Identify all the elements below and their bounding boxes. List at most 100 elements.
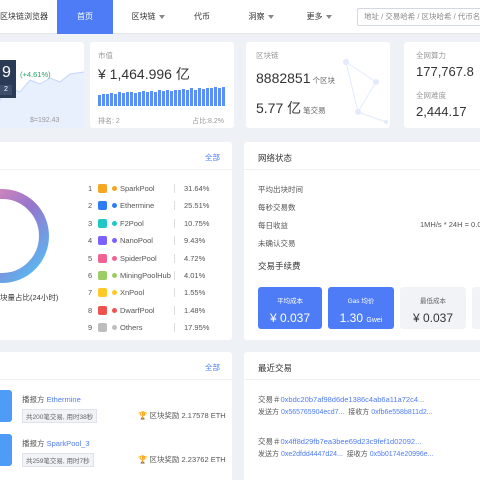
pool-row[interactable]: 3 F2Pool 10.75%: [0, 215, 220, 232]
legend-dot-icon: [112, 220, 117, 226]
tx-hash-label: 交易＃: [258, 395, 281, 404]
market-cap-bar: [114, 94, 117, 106]
legend-dot-icon: [112, 307, 117, 313]
pool-rank: 8: [88, 305, 93, 315]
market-cap-bar: [102, 93, 105, 106]
market-cap-bar: [110, 92, 113, 106]
site-logo-text[interactable]: 区块链浏览器: [0, 11, 48, 22]
block-number-badge: [0, 390, 12, 422]
pool-name: DwarfPool: [120, 305, 155, 315]
nav-item-blockchain[interactable]: 区块链: [120, 0, 176, 34]
pool-row[interactable]: 8 DwarfPool 1.48%: [0, 302, 220, 319]
price-card: 9 (+4.61%) 2 $=192.43: [0, 42, 84, 128]
pool-separator: [174, 305, 175, 315]
nav-item-tokens[interactable]: 代币: [182, 0, 222, 34]
market-cap-card: 市值 ¥ 1,464.996 亿 排名: 2 占比:8.2%: [90, 42, 234, 128]
market-cap-bar: [98, 95, 101, 106]
market-cap-bar: [174, 89, 177, 106]
miner-label: 播报方: [22, 439, 45, 448]
chevron-down-icon: [325, 14, 332, 19]
miner-link[interactable]: Ethermine: [47, 395, 81, 404]
chain-label: 区块链: [256, 51, 279, 60]
block-item[interactable]: 播报方 SparkPool_3 共259笔交易, 用时7秒 🏆 区块奖励 2.2…: [0, 432, 232, 472]
market-cap-bar: [118, 92, 121, 106]
pool-rank: 3: [88, 218, 93, 228]
pool-row[interactable]: 5 SpiderPool 4.72%: [0, 250, 220, 267]
pool-share: 4.72%: [184, 253, 206, 263]
trophy-icon: 🏆: [138, 455, 148, 464]
gas-price-value-wrap: 1.30 Gwei: [328, 311, 394, 325]
nav-item-home[interactable]: 首页: [57, 0, 113, 34]
latest-transactions-card: 最近交易 交易＃0xbdc20b7af98d6de1386c4ab6a11a72…: [244, 352, 480, 480]
pool-rank: 2: [88, 201, 93, 211]
tx-to-label: 接收方: [348, 409, 370, 416]
avg-block-time-label: 平均出块时间: [258, 185, 303, 194]
pool-name: F2Pool: [120, 218, 144, 228]
tx-from-link[interactable]: 0x565765904ecd7...: [281, 409, 344, 416]
reward-line: 🏆 区块奖励 2.23762 ETH: [138, 454, 226, 465]
market-cap-bar: [218, 88, 221, 106]
tx-divider: [244, 379, 480, 380]
blocks-all-link[interactable]: 全部: [205, 362, 220, 373]
tx-from-label: 发送方: [258, 409, 279, 416]
pool-row[interactable]: 2 Ethermine 25.51%: [0, 197, 220, 214]
nav-item-label: 更多: [306, 12, 323, 21]
market-cap-bar: [214, 87, 217, 106]
pool-separator: [174, 218, 175, 228]
pool-separator: [174, 288, 175, 298]
latest-tx-title: 最近交易: [258, 363, 293, 373]
pool-rank: 6: [88, 271, 93, 280]
pool-row[interactable]: 9 Others 17.95%: [0, 319, 220, 336]
tx-to-label: 接收方: [346, 451, 368, 458]
pool-name: XnPool: [120, 288, 145, 298]
market-cap-bar: [106, 94, 109, 106]
pool-name: SparkPool: [120, 184, 155, 193]
miner-link[interactable]: SparkPool_3: [47, 439, 90, 448]
pool-row[interactable]: 7 XnPool 1.55%: [0, 284, 220, 301]
block-reward: 区块奖励 2.23762 ETH: [149, 455, 226, 464]
pool-logo-icon: [98, 305, 107, 315]
pools-divider: [0, 169, 232, 170]
avg-cost-label: 平均成本: [277, 298, 303, 305]
daily-yield-label: 每日收益: [258, 221, 288, 230]
legend-dot-icon: [112, 238, 117, 244]
pool-rank: 7: [88, 288, 93, 298]
pool-logo-icon: [98, 323, 107, 333]
block-height-value: 8882851: [256, 70, 311, 86]
pool-row[interactable]: 6 MiningPoolHub 4.01%: [0, 267, 220, 284]
market-cap-bar: [122, 93, 125, 106]
pool-share: 9.43%: [184, 236, 206, 246]
nav-item-insights[interactable]: 洞察: [236, 0, 286, 34]
tx-count: 5.77 亿笔交易: [256, 98, 326, 118]
pools-all-link[interactable]: 全部: [205, 152, 220, 163]
search-input[interactable]: 地址 / 交易哈希 / 区块哈希 / 代币名称: [357, 8, 480, 26]
tps-label: 每秒交易数: [258, 203, 296, 212]
block-item[interactable]: 播报方 Ethermine 共200笔交易, 用时38秒 🏆 区块奖励 2.17…: [0, 388, 232, 428]
tx-hash-line: 交易＃0xbdc20b7af98d6de1386c4ab6a11a72c4...: [258, 394, 424, 405]
tx-to-link[interactable]: 0x5b0174e20996e...: [370, 451, 434, 458]
pool-row[interactable]: 1 SparkPool 31.64%: [0, 180, 220, 197]
pool-row[interactable]: 4 NanoPool 9.43%: [0, 232, 220, 249]
chevron-down-icon: [158, 14, 165, 19]
tx-from-link[interactable]: 0xe2dfdd4447d24...: [281, 451, 343, 458]
tx-to-link[interactable]: 0xfb6e558b811d2...: [371, 409, 432, 416]
min-cost-label: 最低成本: [420, 298, 446, 305]
hashrate-label: 全网算力: [416, 51, 446, 60]
top-navigation-bar: 区块链浏览器 首页 区块链 代币 洞察 更多 地址 / 交易哈希 / 区块哈希 …: [0, 0, 480, 34]
pool-logo-icon: [98, 184, 107, 193]
tx-hash-link[interactable]: 0xbdc20b7af98d6de1386c4ab6a11a72c4...: [281, 395, 425, 404]
pool-name: MiningPoolHub: [120, 271, 171, 280]
market-cap-bar: [190, 88, 193, 106]
hashrate-card: 全网算力 177,767.8 全网难度 2,444.17: [404, 42, 480, 128]
nav-item-label: 区块链: [131, 12, 156, 21]
miner-line: 播报方 Ethermine: [22, 394, 81, 405]
tx-hash-link[interactable]: 0x4ff8d29fb7ea3bee69d23c9fef1d02092...: [281, 437, 422, 446]
pool-name: NanoPool: [120, 236, 153, 246]
market-cap-bar: [150, 90, 153, 106]
market-cap-bar: [142, 91, 145, 106]
gas-price-label: Gas 均价: [347, 298, 375, 305]
pool-separator: [174, 271, 175, 280]
nav-item-more[interactable]: 更多: [294, 0, 344, 34]
gas-price-unit: Gwei: [366, 317, 383, 324]
block-tx-info: 共200笔交易, 用时38秒: [22, 409, 98, 423]
